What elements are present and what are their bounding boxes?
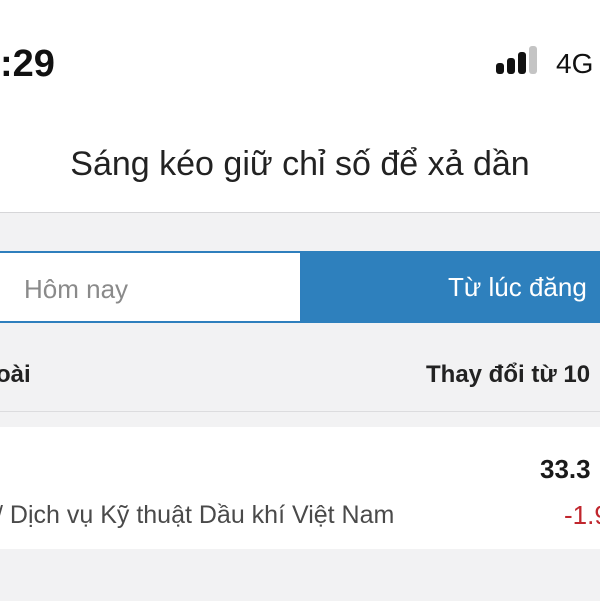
status-time: :29 (0, 43, 55, 85)
network-type: 4G (556, 48, 594, 79)
page-title: Sáng kéo giữ chỉ số để xả dần (70, 145, 530, 183)
row-change: -1.9 (564, 500, 600, 530)
status-bar: :29 4G (0, 0, 600, 120)
row-value: 33.3 (540, 454, 591, 484)
column-header-name[interactable]: oài (0, 339, 31, 411)
row-name: / Dịch vụ Kỹ thuật Dầu khí Việt Nam (0, 501, 395, 529)
content-area: Hôm nay Từ lúc đăng oài Thay đổi từ 10 3… (0, 212, 600, 601)
table-header: oài Thay đổi từ 10 (0, 339, 600, 412)
signal-bars-icon (496, 46, 537, 74)
tab-today[interactable]: Hôm nay (0, 251, 302, 323)
column-header-change[interactable]: Thay đổi từ 10 (426, 339, 590, 411)
tab-since-posted[interactable]: Từ lúc đăng (302, 251, 600, 323)
table-row[interactable]: 33.3 / Dịch vụ Kỹ thuật Dầu khí Việt Nam… (0, 427, 600, 549)
